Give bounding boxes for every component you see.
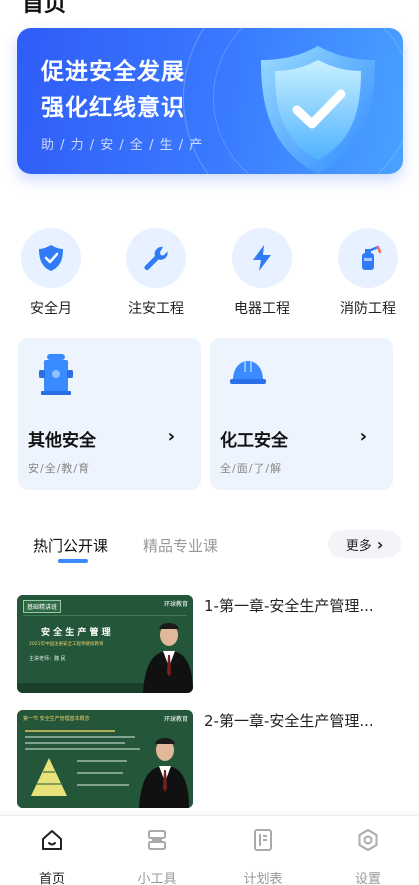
hard-hat-icon	[230, 361, 266, 384]
tabbar-tools[interactable]: 小工具	[127, 828, 187, 885]
card-other-safety[interactable]: 其他安全 › 安/全/教/育	[18, 338, 201, 490]
card-title: 化工安全	[220, 431, 288, 451]
course-thumbnail: 基础精讲班 环球教育 安 全 生 产 管 理 2021年中国注册安全工程师继续教…	[17, 595, 193, 693]
course-thumbnail: 第一节 安全生产管理基本概念 环球教育	[17, 710, 193, 808]
chevron-right-icon: ›	[376, 534, 384, 554]
category-xiaofang[interactable]: 消防工程	[328, 228, 408, 318]
card-title: 其他安全	[28, 431, 96, 451]
tools-icon	[148, 830, 166, 850]
category-zhuan[interactable]: 注安工程	[116, 228, 196, 318]
shield-check-icon	[261, 46, 375, 174]
home-icon	[42, 830, 62, 850]
card-subtitle: 全/面/了/解	[220, 462, 283, 475]
category-label: 安全月	[30, 301, 72, 317]
category-dianqi[interactable]: 电器工程	[222, 228, 302, 318]
wrench-icon	[144, 246, 168, 270]
category-anquanyue[interactable]: 安全月	[11, 228, 91, 318]
chevron-right-icon: ›	[359, 426, 367, 447]
tabbar-home[interactable]: 首页	[22, 828, 82, 885]
thumb-tag: 第一节 安全生产管理基本概念	[23, 716, 90, 722]
tabbar-label: 计划表	[243, 872, 283, 885]
tabbar-label: 首页	[38, 872, 65, 885]
card-chemical-safety[interactable]: 化工安全 › 全/面/了/解	[210, 338, 393, 490]
lightning-icon	[253, 245, 271, 271]
course-tabs: 热门公开课 精品专业课 更多 ›	[0, 530, 419, 570]
tabbar-plan[interactable]: 计划表	[233, 828, 293, 885]
active-tab-indicator	[58, 559, 88, 563]
thumb-heading: 安 全 生 产 管 理	[41, 628, 111, 638]
more-button[interactable]: 更多 ›	[328, 530, 401, 558]
banner-line-1: 促进安全发展	[41, 59, 185, 85]
settings-icon	[358, 829, 378, 851]
promo-banner[interactable]: 促进安全发展 强化红线意识 助 / 力 / 安 / 全 / 生 / 产	[17, 28, 403, 174]
tabbar-settings[interactable]: 设置	[338, 828, 398, 885]
more-label: 更多	[345, 538, 372, 554]
course-title: 1-第一章-安全生产管理...	[204, 597, 374, 615]
bottom-tab-bar: 首页 小工具 计划表 设置	[0, 815, 419, 885]
course-item[interactable]: 基础精讲班 环球教育 安 全 生 产 管 理 2021年中国注册安全工程师继续教…	[17, 595, 401, 695]
chevron-right-icon: ›	[167, 426, 175, 447]
tabbar-label: 设置	[354, 872, 381, 885]
card-subtitle: 安/全/教/育	[28, 462, 91, 475]
page-title: 首页	[22, 0, 67, 17]
banner-subtitle: 助 / 力 / 安 / 全 / 生 / 产	[41, 138, 204, 153]
category-label: 消防工程	[340, 301, 396, 317]
thumb-logo: 环球教育	[163, 601, 188, 608]
document-icon	[254, 829, 272, 851]
course-title: 2-第一章-安全生产管理...	[204, 712, 374, 730]
tab-premium-courses[interactable]: 精品专业课	[143, 535, 218, 556]
tab-hot-open-courses[interactable]: 热门公开课	[33, 535, 108, 556]
thumb-teacher: 主讲老师：魏 民	[29, 656, 66, 662]
category-row: 安全月 注安工程 电器工程 消防工程	[0, 228, 419, 320]
category-label: 电器工程	[234, 301, 290, 317]
course-item[interactable]: 第一节 安全生产管理基本概念 环球教育 2-第一章-安全生产管理...	[17, 710, 401, 810]
thumb-sub: 2021年中国注册安全工程师继续教育	[29, 642, 104, 647]
fire-extinguisher-icon	[362, 245, 382, 270]
banner-line-2: 强化红线意识	[41, 95, 185, 121]
fire-hydrant-icon	[39, 354, 73, 395]
thumb-tag: 基础精讲班	[23, 600, 62, 613]
thumb-logo: 环球教育	[163, 716, 188, 723]
video-thumbnail	[17, 710, 193, 808]
shield-icon	[39, 245, 63, 271]
category-label: 注安工程	[128, 301, 184, 317]
tabbar-label: 小工具	[137, 872, 177, 885]
